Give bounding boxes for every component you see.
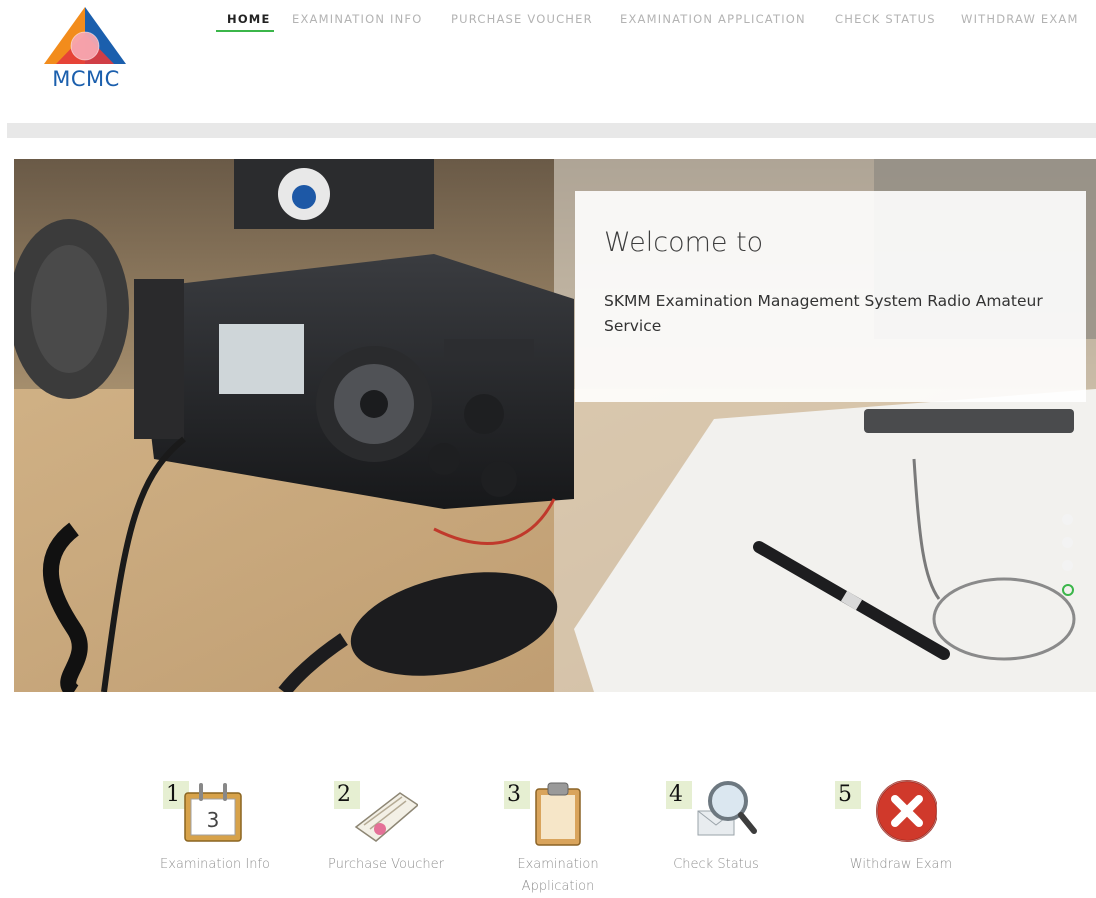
feature-label: Withdraw Exam — [849, 857, 953, 872]
feature-number: 3 — [504, 781, 530, 809]
slider-dot-4-active[interactable] — [1062, 584, 1074, 596]
red-x-icon — [873, 775, 938, 847]
nav-purchase-voucher[interactable]: PURCHASE VOUCHER — [451, 12, 593, 26]
nav-check-status[interactable]: CHECK STATUS — [835, 12, 936, 26]
clipboard-icon — [530, 775, 594, 847]
logo-text: MCMC — [52, 67, 120, 90]
feature-label: Check Status — [673, 857, 759, 872]
slider-dot-1[interactable] — [1062, 514, 1073, 525]
voucher-icon — [354, 775, 420, 847]
svg-text:3: 3 — [207, 808, 220, 832]
slider-dot-2[interactable] — [1062, 537, 1073, 548]
header-divider-bar — [7, 123, 1096, 138]
slider-dot-3[interactable] — [1062, 560, 1073, 571]
welcome-subtitle: SKMM Examination Management System Radio… — [604, 292, 1043, 335]
feature-label: Examination Application — [517, 857, 599, 894]
nav-examination-application[interactable]: EXAMINATION APPLICATION — [620, 12, 806, 26]
nav-withdraw-exam[interactable]: WITHDRAW EXAM — [961, 12, 1079, 26]
calendar-icon: 3 — [183, 775, 247, 847]
nav-active-underline — [216, 30, 274, 32]
feature-label: Examination Info — [160, 857, 270, 872]
feature-number: 5 — [835, 781, 861, 809]
main-nav: HOME EXAMINATION INFO PURCHASE VOUCHER E… — [0, 12, 1096, 36]
welcome-title: Welcome to — [604, 227, 764, 258]
welcome-caption-box: Welcome to SKMM Examination Management S… — [575, 191, 1086, 402]
nav-home[interactable]: HOME — [227, 12, 271, 26]
feature-label: Purchase Voucher — [328, 857, 444, 872]
feature-number: 4 — [666, 781, 692, 809]
nav-examination-info[interactable]: EXAMINATION INFO — [292, 12, 423, 26]
magnifier-envelope-icon — [694, 775, 758, 847]
